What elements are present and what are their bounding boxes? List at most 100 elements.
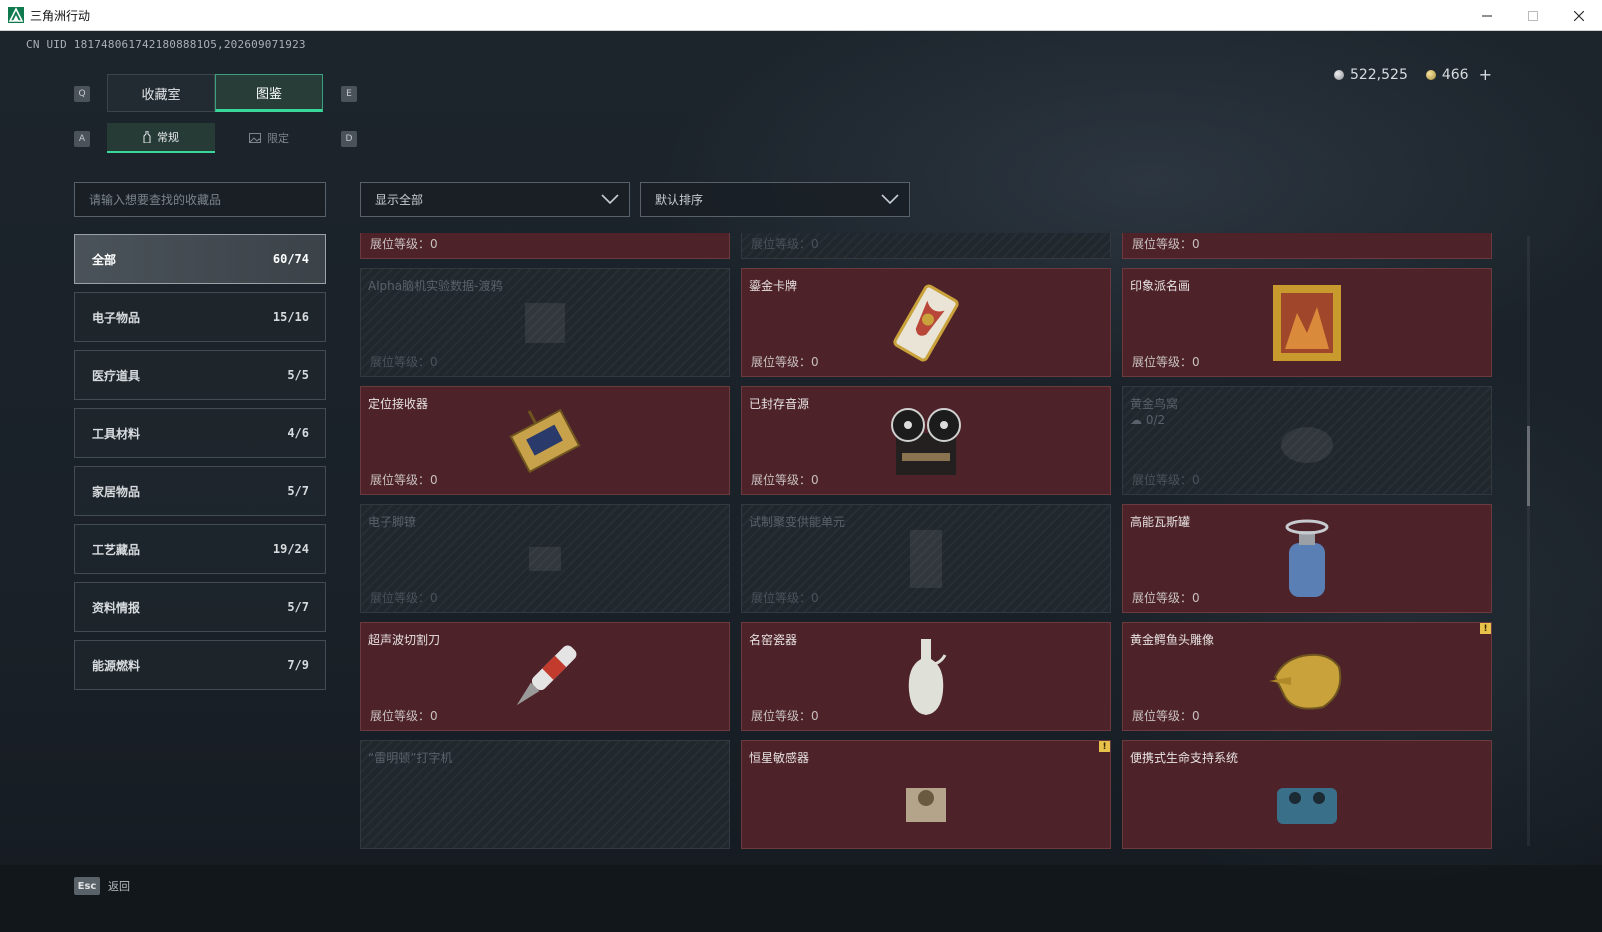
- gold-crocodile-head-icon: [1269, 653, 1342, 710]
- add-currency-button[interactable]: +: [1479, 65, 1492, 84]
- subtab-limited-label: 限定: [267, 132, 289, 145]
- maximize-icon: [1528, 10, 1538, 21]
- category-label: 电子物品: [92, 310, 141, 325]
- key-hint-prev-subtab: A: [74, 131, 90, 147]
- card-level: 展位等级：0: [1132, 591, 1200, 605]
- porcelain-vase-icon: [908, 638, 947, 715]
- framed-painting-icon: [1273, 284, 1341, 361]
- card-level: 展位等级：0: [751, 355, 819, 369]
- collection-card[interactable]: “雷明顿”打字机: [360, 740, 730, 849]
- category-all[interactable]: 全部 60/74: [74, 234, 326, 284]
- app-logo-icon: [8, 7, 24, 23]
- card-level: 展位等级：0: [370, 237, 438, 251]
- key-hint-prev-tab: Q: [74, 86, 90, 102]
- sort-dropdown[interactable]: 默认排序: [640, 182, 910, 217]
- card-name: 已封存音源: [749, 397, 810, 411]
- scrollbar-thumb[interactable]: [1527, 426, 1530, 506]
- card-level: 展位等级：0: [370, 355, 438, 369]
- collection-card[interactable]: 展位等级：0: [1122, 233, 1492, 259]
- collection-card[interactable]: 定位接收器 展位等级：0: [360, 386, 730, 495]
- card-level: 展位等级：0: [751, 591, 819, 605]
- category-energy[interactable]: 能源燃料 7/9: [74, 640, 326, 690]
- maximize-button[interactable]: [1510, 0, 1556, 31]
- card-name: 恒星敏感器: [749, 751, 810, 765]
- gas-canister-icon: [1285, 519, 1329, 597]
- card-level: 展位等级：0: [1132, 237, 1200, 251]
- category-intel[interactable]: 资料情报 5/7: [74, 582, 326, 632]
- category-label: 资料情报: [92, 600, 141, 615]
- subtab-limited[interactable]: 限定: [215, 123, 323, 153]
- collection-card[interactable]: 名窑瓷器 展位等级：0: [741, 622, 1111, 731]
- collection-card[interactable]: ! 黄金鳄鱼头雕像 展位等级：0: [1122, 622, 1492, 731]
- card-name: 黄金鸟窝: [1130, 397, 1179, 411]
- gold-currency: 466 +: [1425, 65, 1492, 84]
- card-level: 展位等级：0: [1132, 473, 1200, 487]
- collection-card[interactable]: ! 恒星敏感器: [741, 740, 1111, 849]
- collection-grid: 展位等级：0 展位等级：0 展位等级：0 Alpha脑机实验数据-渡鸦 展位等级…: [360, 233, 1492, 849]
- filter-dropdown-value: 显示全部: [375, 193, 424, 207]
- category-label: 医疗道具: [92, 368, 141, 383]
- category-label: 工艺藏品: [92, 542, 141, 557]
- card-level: 展位等级：0: [370, 709, 438, 723]
- category-count: 19/24: [272, 542, 309, 556]
- card-level: 展位等级：0: [751, 237, 819, 251]
- collection-card[interactable]: 展位等级：0: [360, 233, 730, 259]
- category-count: 15/16: [272, 310, 309, 324]
- collection-card[interactable]: 展位等级：0: [741, 233, 1111, 259]
- card-level: 展位等级：0: [1132, 709, 1200, 723]
- collection-card[interactable]: 黄金鸟窝 ☁ 0/2 展位等级：0: [1122, 386, 1492, 495]
- grid-scrollbar[interactable]: [1527, 236, 1530, 846]
- category-electronics[interactable]: 电子物品 15/16: [74, 292, 326, 342]
- card-level: 展位等级：0: [751, 473, 819, 487]
- tab-catalog[interactable]: 图鉴: [215, 74, 323, 112]
- card-level: 展位等级：0: [1132, 355, 1200, 369]
- silver-amount: 522,525: [1349, 66, 1408, 83]
- card-name: 定位接收器: [368, 397, 429, 411]
- collection-card[interactable]: 便携式生命支持系统: [1122, 740, 1492, 849]
- subtab-regular[interactable]: 常规: [107, 123, 215, 153]
- image-icon: [249, 133, 261, 143]
- close-button[interactable]: [1556, 0, 1602, 31]
- filter-dropdown[interactable]: 显示全部: [360, 182, 630, 217]
- card-name: 印象派名画: [1130, 279, 1191, 293]
- collection-card[interactable]: 印象派名画 展位等级：0: [1122, 268, 1492, 377]
- collection-card[interactable]: 高能瓦斯罐 展位等级：0: [1122, 504, 1492, 613]
- category-label: 工具材料: [92, 426, 141, 441]
- collection-card[interactable]: 超声波切割刀 展位等级：0: [360, 622, 730, 731]
- category-crafts[interactable]: 工艺藏品 19/24: [74, 524, 326, 574]
- collection-card[interactable]: 电子脚镣 展位等级：0: [360, 504, 730, 613]
- card-name: 便携式生命支持系统: [1130, 751, 1239, 765]
- card-name: 黄金鳄鱼头雕像: [1130, 633, 1215, 647]
- collection-card[interactable]: Alpha脑机实验数据-渡鸦 展位等级：0: [360, 268, 730, 377]
- ultrasonic-cutter-icon: [516, 645, 577, 705]
- collection-card[interactable]: 试制聚变供能单元 展位等级：0: [741, 504, 1111, 613]
- new-item-badge: !: [1480, 623, 1491, 634]
- minimize-icon: [1482, 15, 1492, 16]
- minimize-button[interactable]: [1464, 0, 1510, 31]
- sub-tabs: 常规 限定: [107, 123, 323, 153]
- star-sensor-icon: [906, 788, 946, 822]
- new-item-badge: !: [1099, 741, 1110, 752]
- card-name: 名窑瓷器: [749, 633, 798, 647]
- fusion-cell-icon: [910, 529, 942, 588]
- collection-card[interactable]: 已封存音源 展位等级：0: [741, 386, 1111, 495]
- key-hint-next-tab: E: [341, 86, 357, 102]
- card-level: 展位等级：0: [751, 709, 819, 723]
- chevron-down-icon: [881, 194, 899, 205]
- tab-collection-room[interactable]: 收藏室: [107, 74, 215, 112]
- category-household[interactable]: 家居物品 5/7: [74, 466, 326, 516]
- category-medical[interactable]: 医疗道具 5/5: [74, 350, 326, 400]
- category-count: 5/5: [287, 368, 309, 382]
- silver-currency: 522,525: [1333, 66, 1408, 83]
- search-input[interactable]: [89, 192, 325, 207]
- category-tools[interactable]: 工具材料 4/6: [74, 408, 326, 458]
- collection-card[interactable]: 鎏金卡牌 展位等级：0: [741, 268, 1111, 377]
- back-button[interactable]: Esc 返回: [74, 877, 130, 895]
- player-uid: CN UID 1817480617421808881O5,20260907192…: [26, 38, 306, 51]
- category-count: 60/74: [272, 252, 309, 266]
- category-count: 7/9: [287, 658, 309, 672]
- ankle-monitor-icon: [529, 546, 561, 571]
- data-drive-icon: [525, 302, 565, 343]
- category-count: 4/6: [287, 426, 309, 440]
- game-viewport: CN UID 1817480617421808881O5,20260907192…: [0, 31, 1602, 932]
